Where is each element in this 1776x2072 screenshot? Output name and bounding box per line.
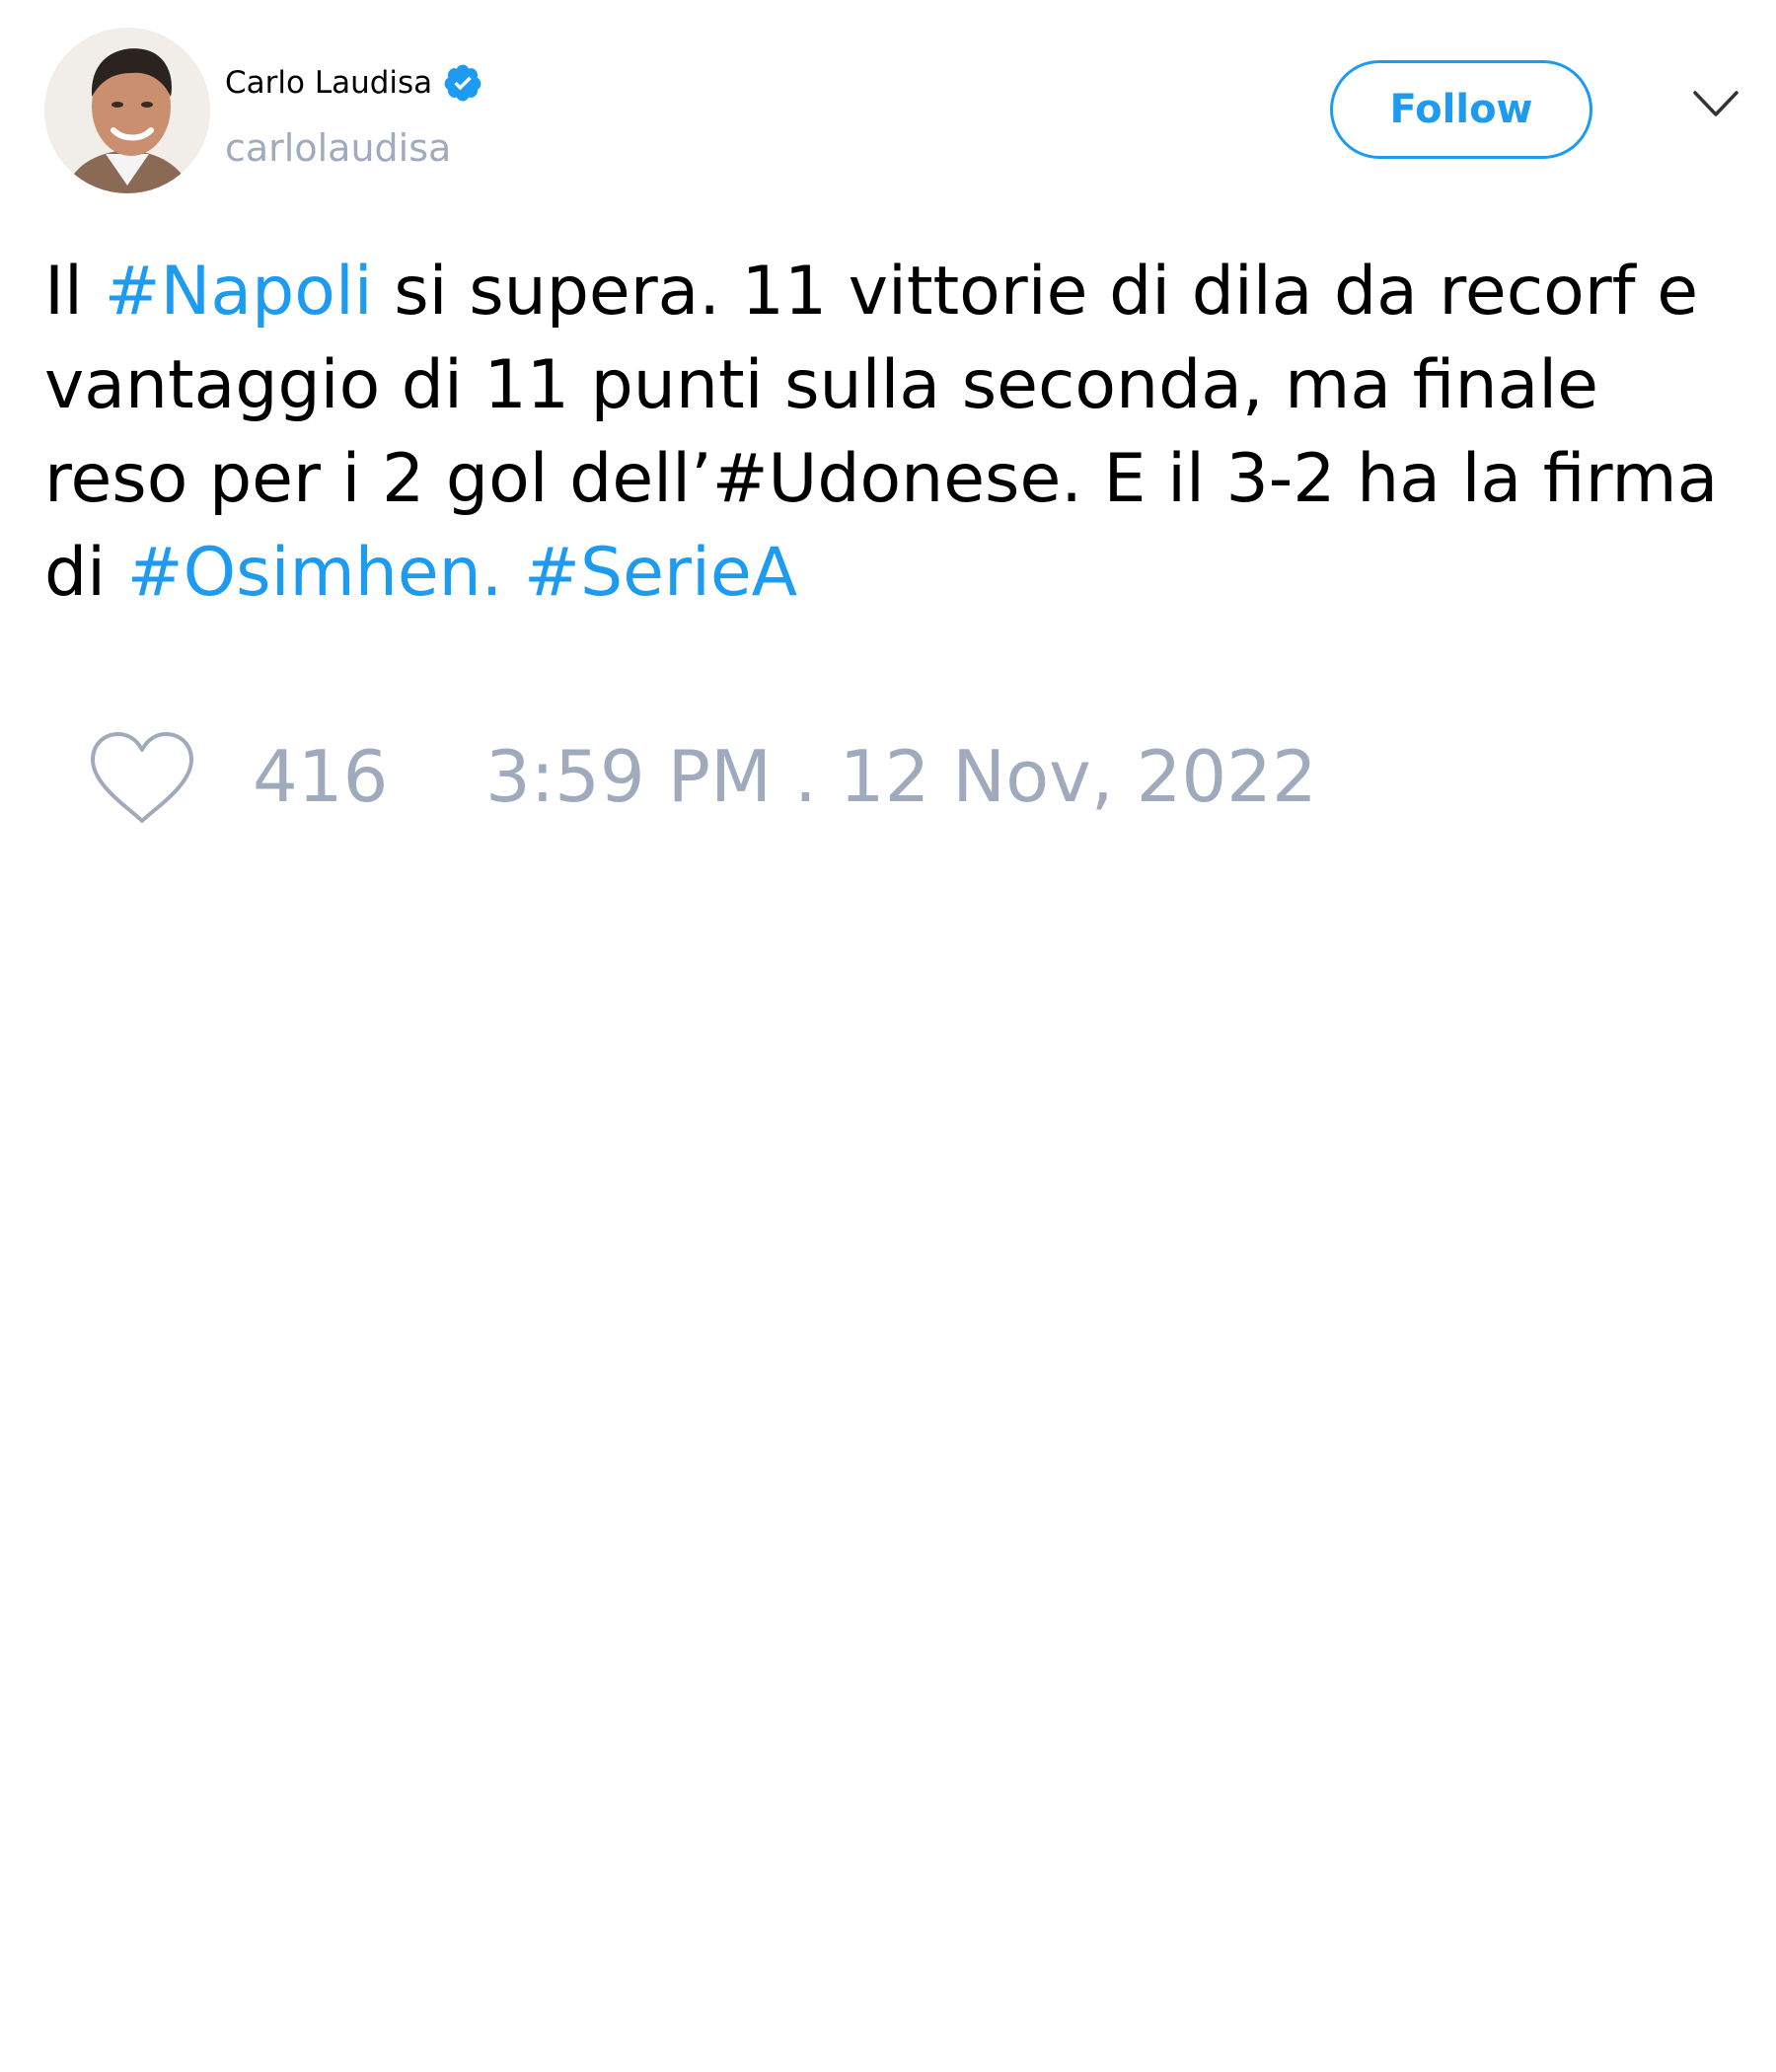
hashtag-link[interactable]: #Napoli xyxy=(105,253,373,331)
tweet-line-4: di #Osimhen. #SerieA xyxy=(44,526,1761,620)
tweet-text-segment: Il xyxy=(44,253,105,331)
tweet-timestamp[interactable]: 3:59 PM . 12 Nov, 2022 xyxy=(485,732,1317,821)
tweet-line-1: Il #Napoli si supera. 11 vittorie di dil… xyxy=(44,245,1761,338)
heart-icon[interactable] xyxy=(87,728,197,827)
hashtag-link[interactable]: #SerieA xyxy=(524,534,797,612)
follow-button[interactable]: Follow xyxy=(1330,60,1592,159)
hashtag-link[interactable]: #Osimhen. xyxy=(127,534,503,612)
tweet-text-segment: si supera. 11 vittorie di dila da recorf… xyxy=(372,253,1699,331)
tweet-text-segment: di xyxy=(44,534,127,612)
tweet-line-2: vantaggio di 11 punti sulla seconda, ma … xyxy=(44,346,1598,424)
chevron-down-icon[interactable] xyxy=(1691,87,1740,122)
avatar-photo xyxy=(44,28,210,193)
tweet-card: Carlo Laudisa carlolaudisa Follow Il #Na… xyxy=(0,0,1776,2072)
tweet-text: Il #Napoli si supera. 11 vittorie di dil… xyxy=(44,245,1761,620)
author-handle[interactable]: carlolaudisa xyxy=(225,126,451,170)
display-name[interactable]: Carlo Laudisa xyxy=(225,65,432,101)
avatar[interactable] xyxy=(44,28,210,193)
author-name-row: Carlo Laudisa xyxy=(225,61,483,105)
tweet-line-3: reso per i 2 gol dell’#Udonese. E il 3-2… xyxy=(44,440,1719,518)
verified-badge-icon xyxy=(442,62,483,104)
like-count: 416 xyxy=(253,735,389,818)
